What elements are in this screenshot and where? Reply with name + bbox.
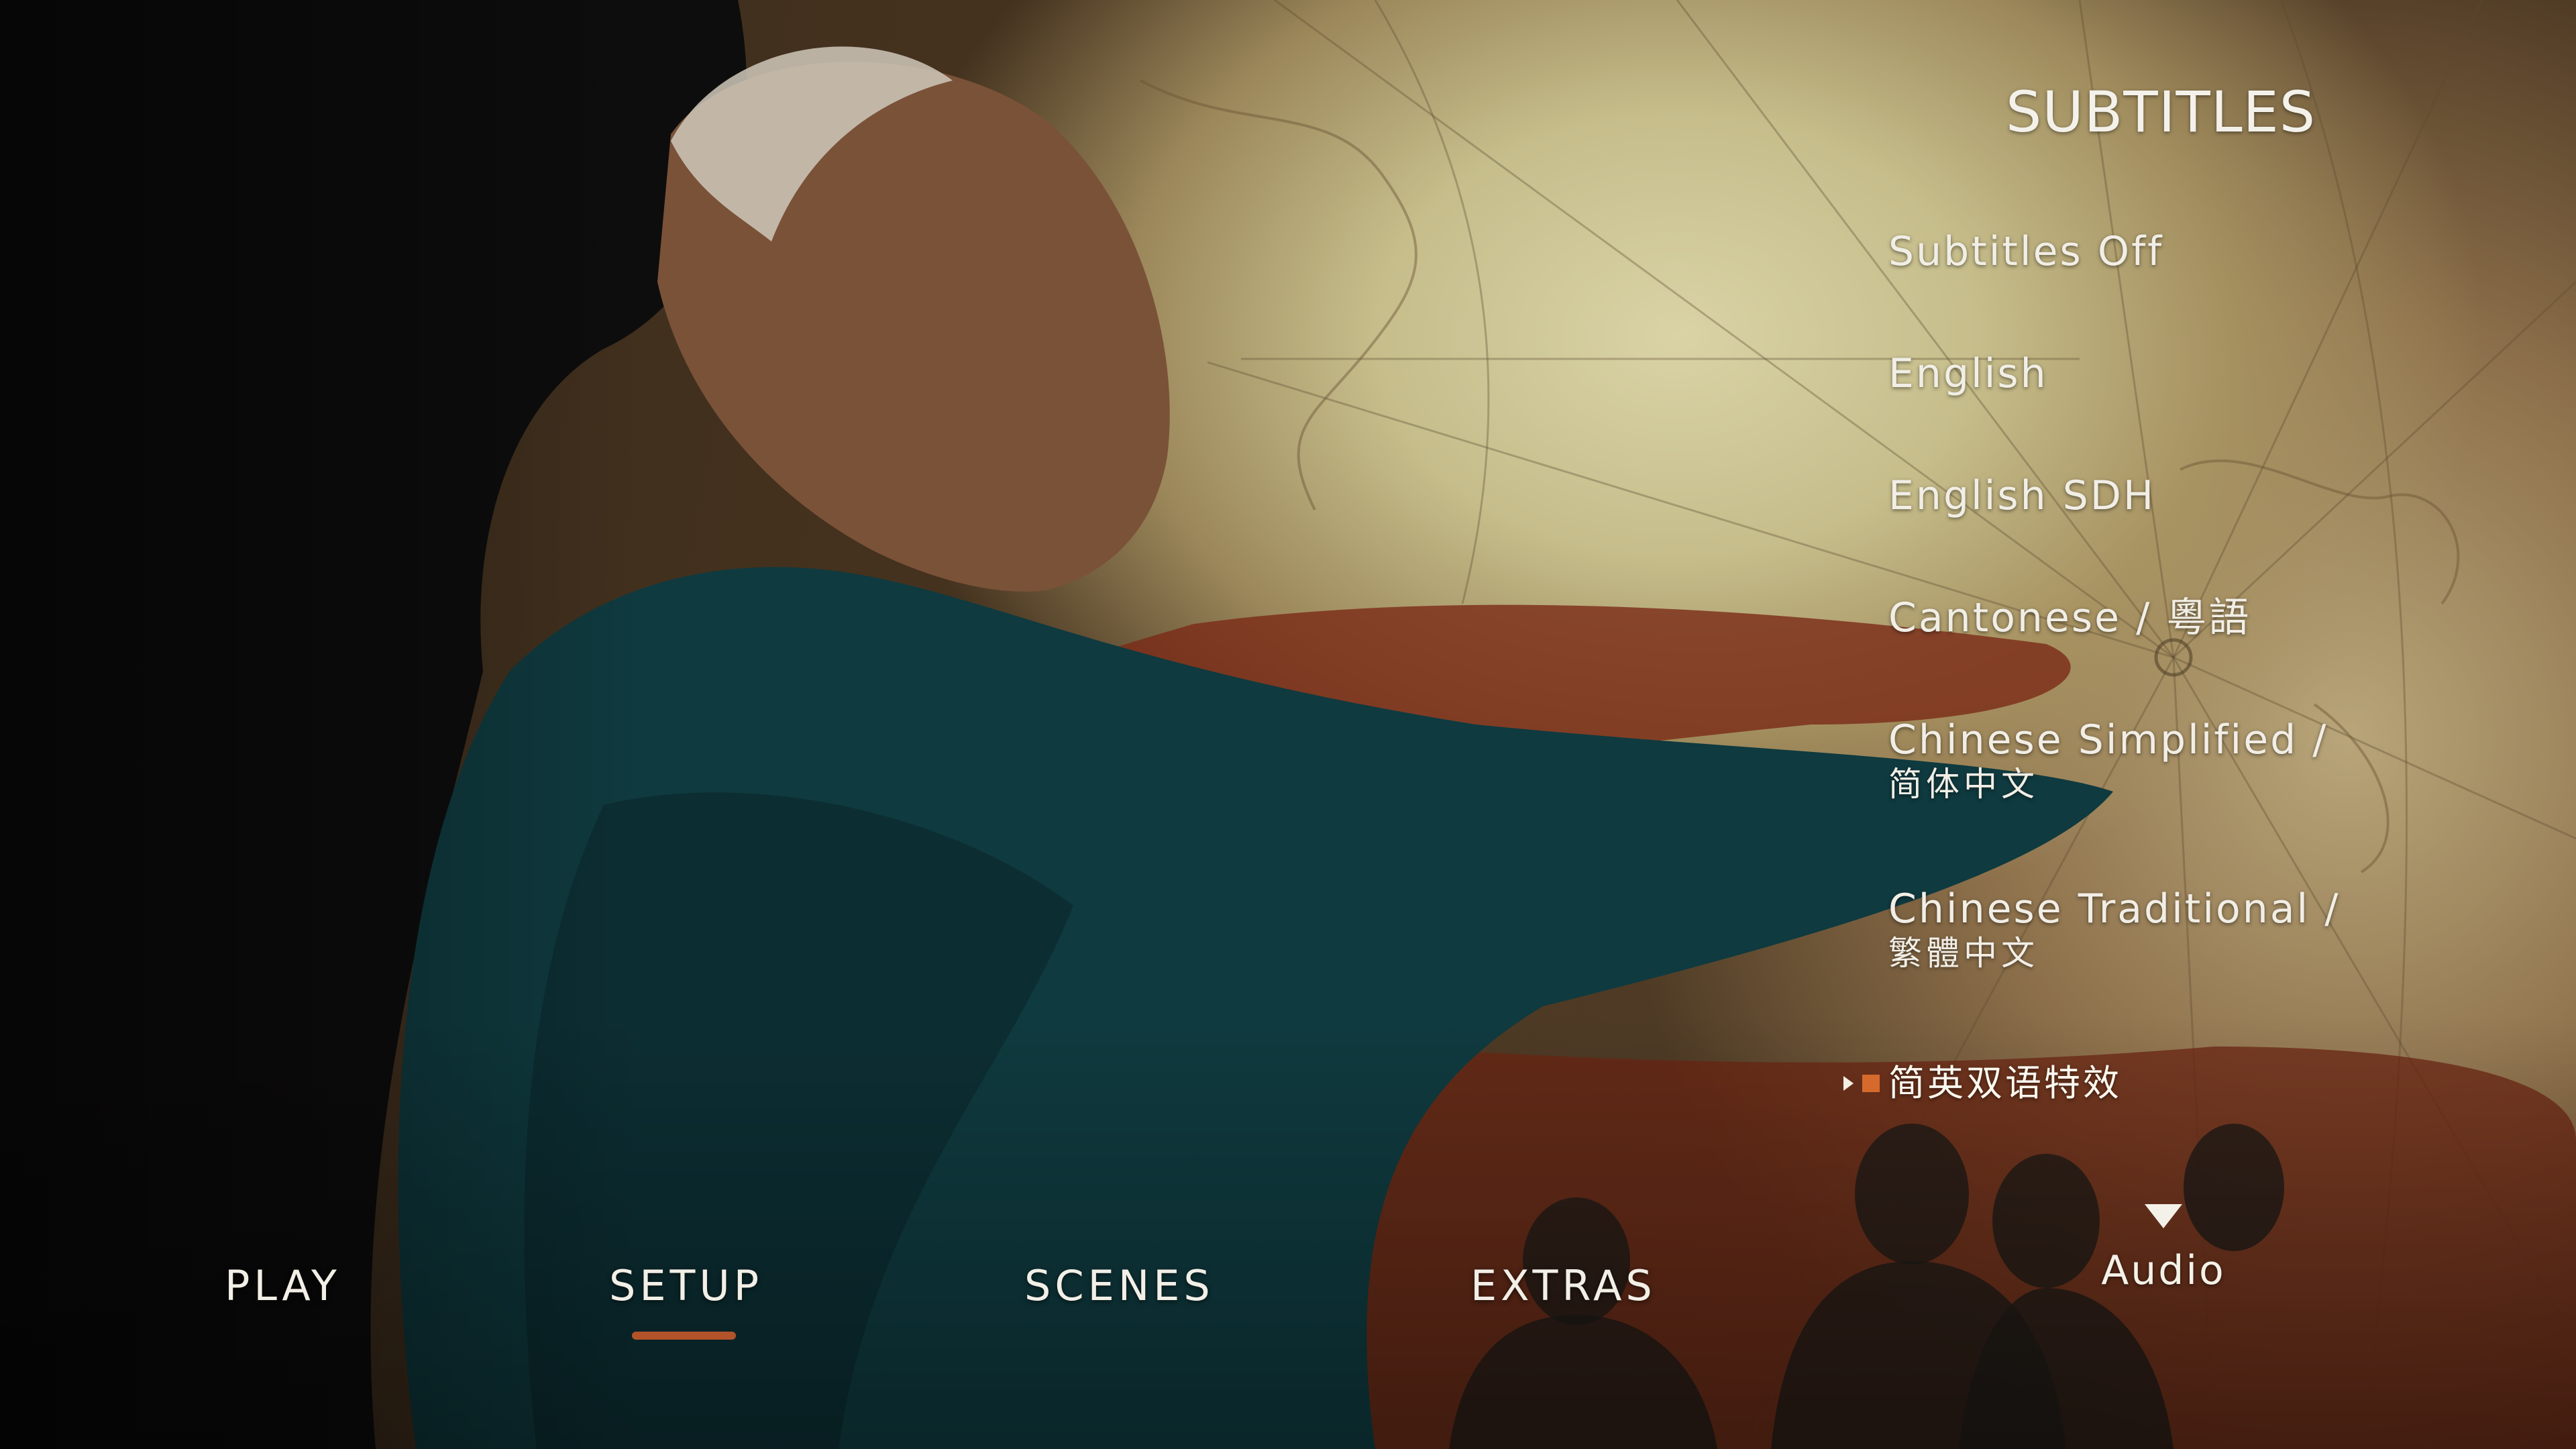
subtitle-option-chinese-simplified[interactable]: Chinese Simplified / 简体中文 [1888,716,2328,805]
nav-scenes[interactable]: SCENES [1024,1261,1214,1310]
down-triangle-icon [2145,1204,2182,1228]
subtitle-option-label: 简英双语特效 [1888,1062,2122,1104]
subtitle-option-off[interactable]: Subtitles Off [1888,228,2163,275]
subtitle-option-label-line2: 简体中文 [1888,765,2039,804]
subtitle-option-label: English [1888,350,2048,397]
subtitle-option-cantonese[interactable]: Cantonese / 粵語 [1888,594,2251,641]
selection-indicator [1843,1073,1884,1093]
orange-square-icon [1862,1075,1880,1092]
subtitle-option-label: English SDH [1888,472,2156,519]
subtitle-option-english-sdh[interactable]: English SDH [1888,472,2155,519]
nav-play[interactable]: PLAY [225,1261,341,1310]
nav-active-underline [632,1332,736,1340]
nav-extras[interactable]: EXTRAS [1470,1261,1656,1310]
subtitle-option-english[interactable]: English [1888,350,2048,397]
subtitle-option-label-line2: 繁體中文 [1888,934,2039,973]
disc-menu-screen: SUBTITLES Subtitles Off English English … [0,0,2576,1449]
nav-setup[interactable]: SETUP [609,1261,763,1310]
main-navigation: PLAY SETUP SCENES EXTRAS [0,1261,2576,1362]
subtitle-option-label: Cantonese / 粵語 [1888,594,2251,641]
subtitle-option-label: Chinese Traditional / [1888,885,2341,932]
subtitle-option-bilingual-effects[interactable]: 简英双语特效 [1888,1060,2122,1107]
subtitles-menu-title: SUBTITLES [2006,79,2316,145]
subtitle-option-label: Chinese Simplified / [1888,716,2328,763]
subtitle-option-chinese-traditional[interactable]: Chinese Traditional / 繁體中文 [1888,885,2340,974]
play-arrow-icon [1843,1076,1854,1091]
subtitle-option-label: Subtitles Off [1888,228,2164,275]
